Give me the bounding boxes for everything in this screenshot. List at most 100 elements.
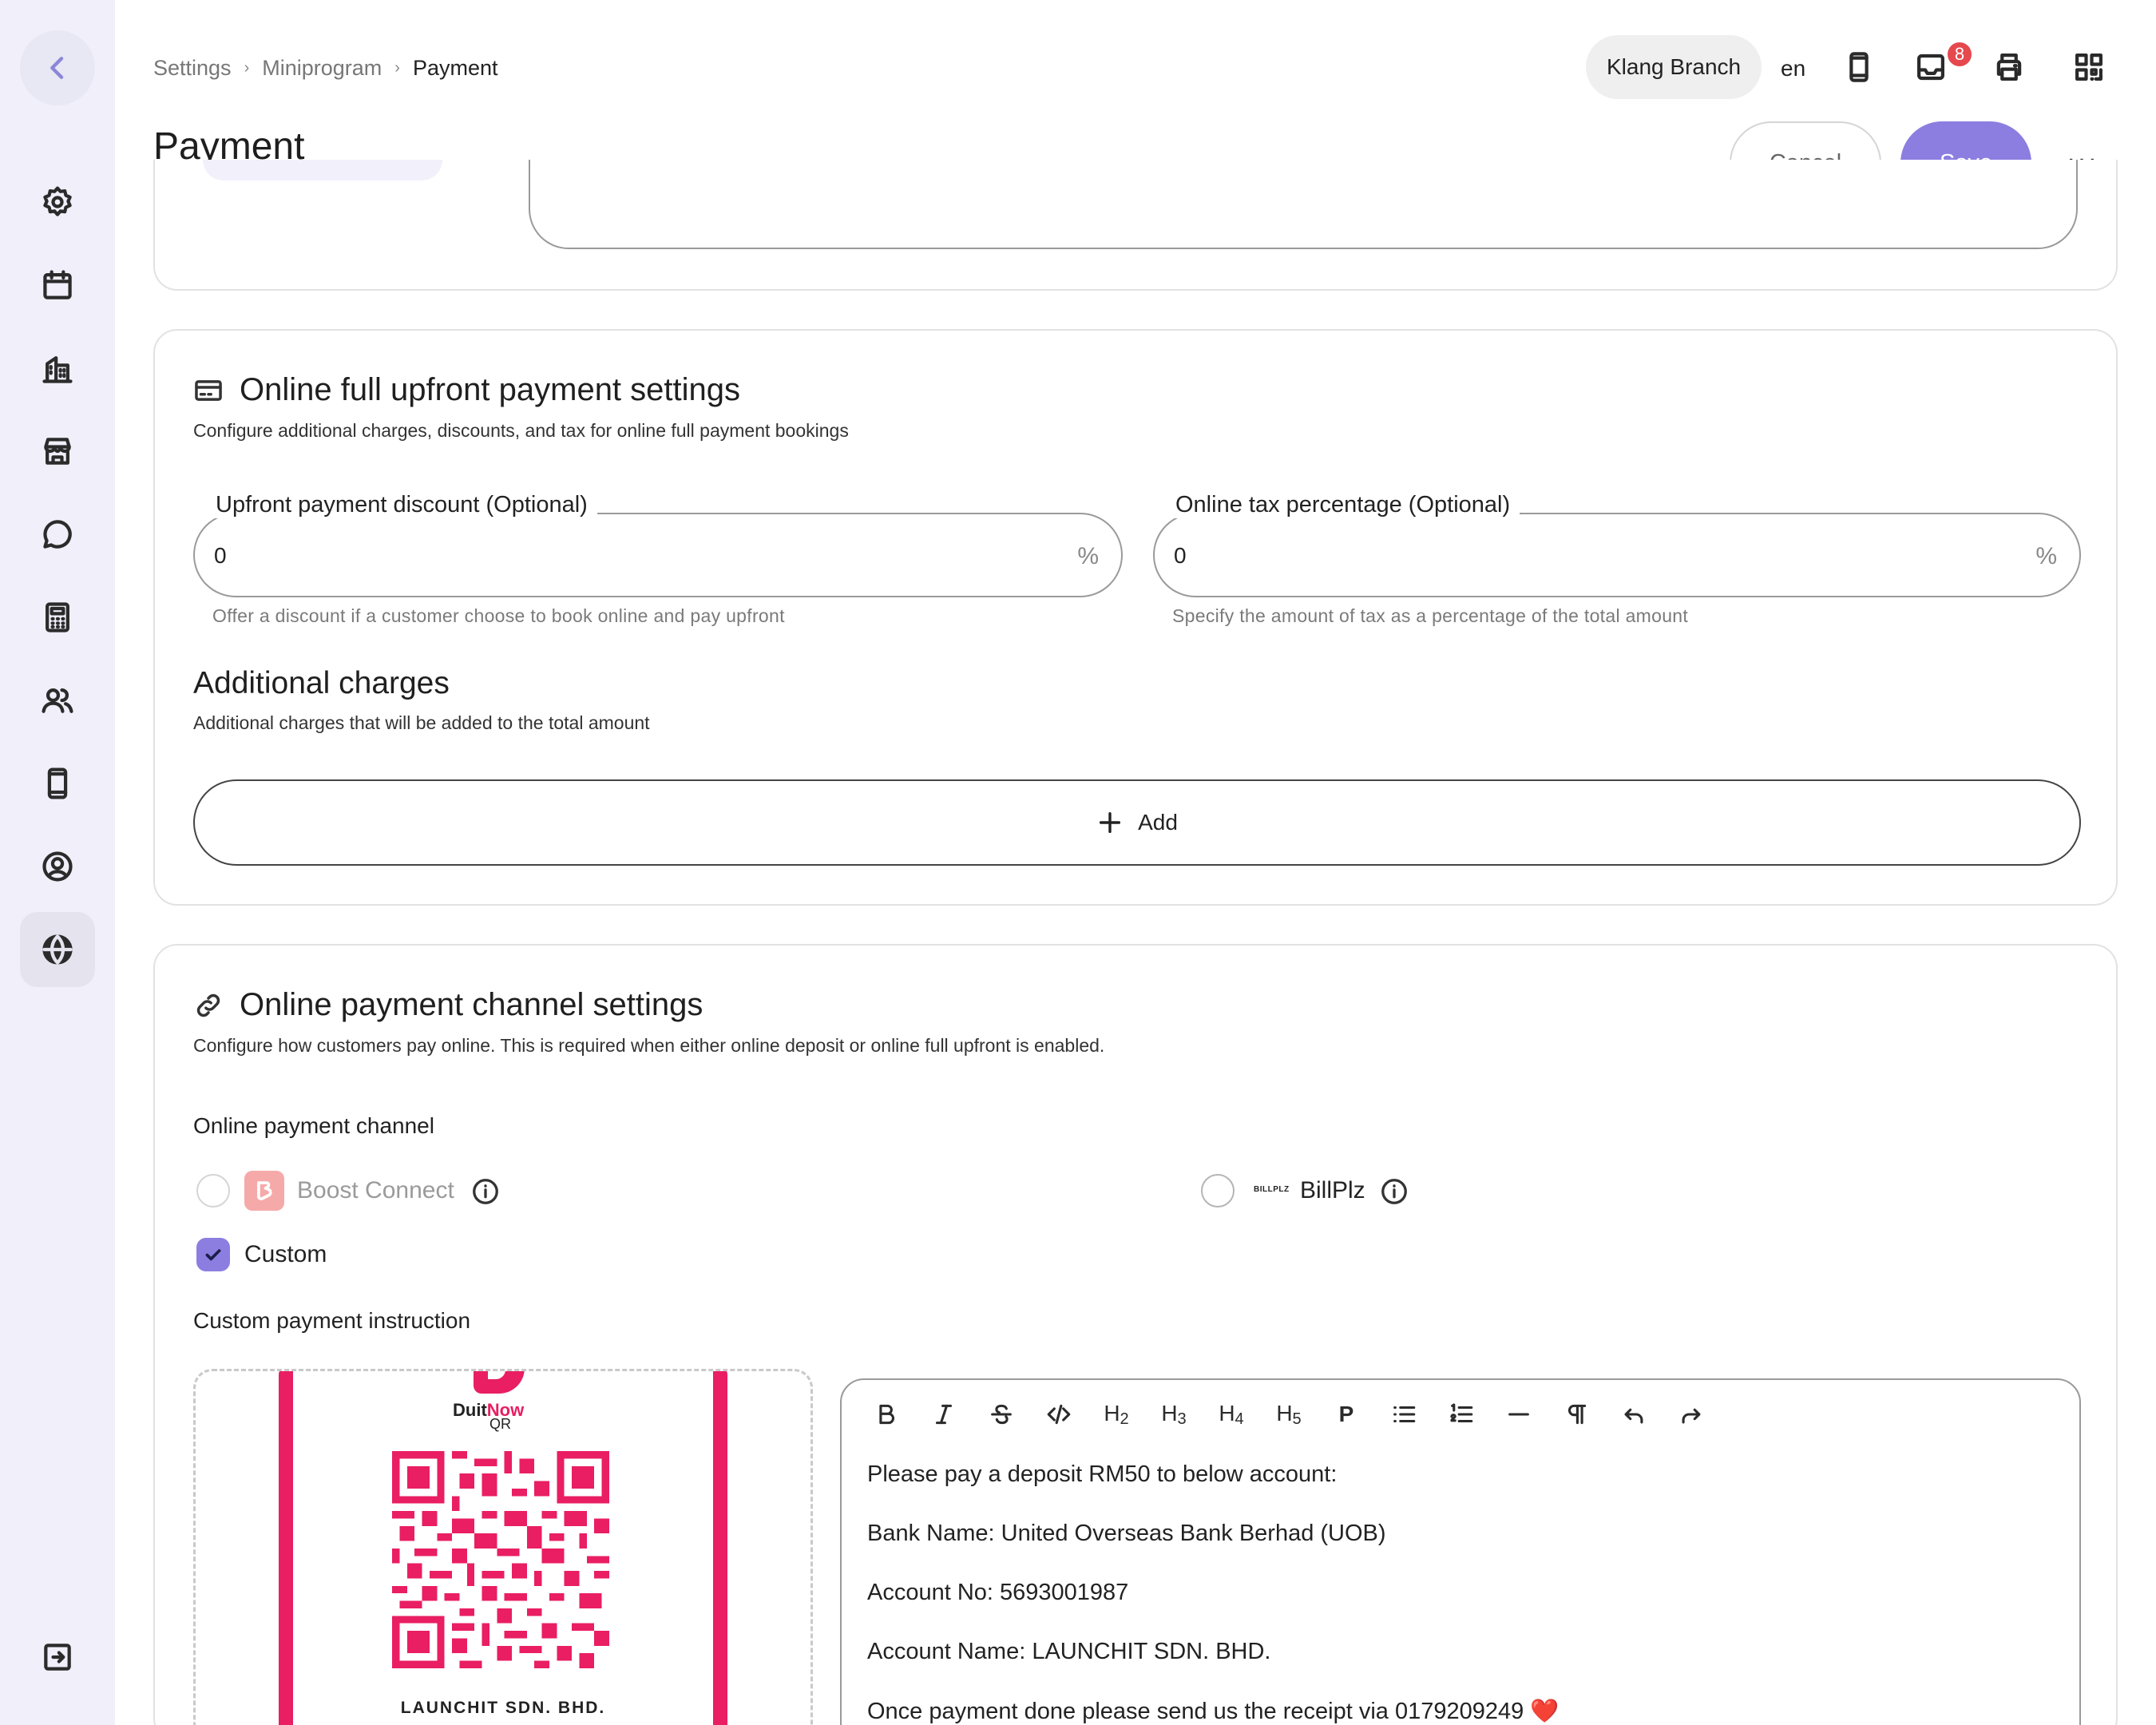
online-tax-value[interactable]: 0 (1174, 543, 1187, 569)
mobile-icon (47, 767, 68, 799)
notification-badge: 8 (1945, 40, 1974, 69)
custom-label: Custom (244, 1241, 327, 1267)
qr-image-upload[interactable]: DuitNow QR LAUNCHIT SDN. BHD. (193, 1369, 813, 1725)
heading-5-button[interactable]: H5 (1260, 1394, 1318, 1434)
boost-connect-checkbox[interactable] (196, 1174, 230, 1208)
upfront-title: Online full upfront payment settings (240, 372, 741, 407)
duitnow-logo (474, 1371, 525, 1394)
custom-instruction-label: Custom payment instruction (193, 1308, 471, 1333)
sidebar-item-building[interactable] (20, 331, 95, 406)
channel-description: Configure how customers pay online. This… (193, 1035, 1105, 1056)
qr-code-icon (2075, 54, 2102, 81)
settings-icon (43, 186, 72, 216)
sidebar-item-online[interactable] (20, 912, 95, 987)
branch-selector[interactable]: Klang Branch (1586, 35, 1762, 99)
previous-input[interactable] (529, 160, 2078, 249)
duitnow-sub: QR (489, 1416, 511, 1432)
heading-4-button[interactable]: H4 (1203, 1394, 1260, 1434)
code-button[interactable] (1030, 1394, 1088, 1434)
online-tax-field[interactable]: Online tax percentage (Optional) 0 % (1153, 492, 2081, 597)
editor-line[interactable]: Once payment done please send us the rec… (867, 1698, 1559, 1725)
link-icon (196, 993, 220, 1017)
qr-code-button[interactable] (2068, 46, 2110, 88)
users-icon (42, 688, 73, 713)
additional-charges-title: Additional charges (193, 666, 450, 700)
mobile-preview-button[interactable] (1838, 46, 1880, 88)
horizontal-rule-icon (1508, 1413, 1529, 1416)
sidebar-expand-button[interactable] (20, 1620, 95, 1695)
strikethrough-button[interactable] (973, 1394, 1030, 1434)
online-tax-label: Online tax percentage (Optional) (1166, 492, 1520, 518)
editor-line[interactable]: Please pay a deposit RM50 to below accou… (867, 1461, 1337, 1488)
credit-card-icon (195, 379, 222, 401)
sidebar-item-store[interactable] (20, 414, 95, 489)
sidebar-item-settings[interactable] (20, 165, 95, 240)
upfront-discount-value[interactable]: 0 (214, 543, 227, 569)
paragraph-icon: P (1338, 1402, 1354, 1426)
upfront-title-row: Online full upfront payment settings (193, 372, 740, 408)
upfront-discount-field[interactable]: Upfront payment discount (Optional) 0 % (193, 492, 1123, 597)
store-icon (44, 438, 71, 465)
duitnow-brand: DuitNow (453, 1400, 524, 1421)
custom-checkbox[interactable] (196, 1238, 230, 1271)
user-circle-icon (42, 851, 73, 882)
pilcrow-button[interactable] (1548, 1394, 1605, 1434)
sidebar-item-calculator[interactable] (20, 580, 95, 655)
heading-5-icon: H5 (1276, 1400, 1302, 1428)
info-icon[interactable] (1380, 1177, 1409, 1206)
upfront-settings-card: Online full upfront payment settings Con… (153, 329, 2118, 906)
mobile-icon (1849, 52, 1869, 82)
percent-unit: % (2035, 543, 2057, 569)
editor-line[interactable]: Account No: 5693001987 (867, 1580, 1128, 1606)
sidebar-item-chat[interactable] (20, 497, 95, 572)
undo-icon (1624, 1408, 1643, 1424)
sidebar-item-calendar[interactable] (20, 248, 95, 323)
breadcrumb-miniprogram[interactable]: Miniprogram (262, 56, 382, 81)
plus-icon (1100, 811, 1121, 834)
billplz-checkbox[interactable] (1201, 1174, 1235, 1208)
percent-unit: % (1077, 543, 1099, 569)
duitnow-qr-image: DuitNow QR LAUNCHIT SDN. BHD. (279, 1371, 727, 1725)
sidebar-item-users[interactable] (20, 663, 95, 738)
upfront-description: Configure additional charges, discounts,… (193, 420, 849, 441)
heading-2-button[interactable]: H2 (1088, 1394, 1145, 1434)
heading-3-icon: H3 (1161, 1400, 1187, 1428)
printer-icon (1996, 54, 2022, 81)
italic-button[interactable] (915, 1394, 973, 1434)
italic-icon (935, 1404, 953, 1425)
editor-line[interactable]: Bank Name: United Overseas Bank Berhad (… (867, 1521, 1386, 1547)
language-selector[interactable]: en (1781, 56, 1805, 81)
bold-icon (879, 1404, 894, 1425)
heading-3-button[interactable]: H3 (1145, 1394, 1203, 1434)
pilcrow-icon (1568, 1404, 1587, 1425)
sidebar-item-mobile[interactable] (20, 746, 95, 821)
heading-2-icon: H2 (1104, 1400, 1129, 1428)
back-button[interactable] (20, 30, 95, 105)
code-icon (1047, 1404, 1071, 1425)
bullet-list-icon (1393, 1406, 1416, 1423)
breadcrumb: Settings › Miniprogram › Payment (153, 56, 498, 81)
breadcrumb-settings[interactable]: Settings (153, 56, 232, 81)
qr-code (392, 1451, 609, 1668)
qr-card: DuitNow QR LAUNCHIT SDN. BHD. (293, 1371, 713, 1725)
sidebar-item-account[interactable] (20, 829, 95, 904)
payment-channel-card: Online payment channel settings Configur… (153, 944, 2118, 1725)
print-button[interactable] (1988, 46, 2030, 88)
ordered-list-icon (1450, 1403, 1473, 1423)
redo-button[interactable] (1663, 1394, 1720, 1434)
previous-settings-card (153, 160, 2118, 291)
payment-instruction-editor[interactable]: H2 H3 H4 H5 P Please pay a deposit RM50 … (840, 1378, 2081, 1725)
checkmark-icon (205, 1249, 221, 1261)
editor-line[interactable]: Account Name: LAUNCHIT SDN. BHD. (867, 1639, 1271, 1665)
bullet-list-button[interactable] (1375, 1394, 1433, 1434)
upfront-discount-helper: Offer a discount if a customer choose to… (212, 605, 785, 626)
horizontal-rule-button[interactable] (1490, 1394, 1548, 1434)
add-charge-button[interactable]: Add (193, 779, 2081, 866)
info-icon[interactable] (471, 1177, 500, 1206)
ordered-list-button[interactable] (1433, 1394, 1490, 1434)
building-icon (42, 356, 73, 383)
paragraph-button[interactable]: P (1318, 1394, 1375, 1434)
previous-pill (203, 160, 442, 180)
undo-button[interactable] (1605, 1394, 1663, 1434)
bold-button[interactable] (858, 1394, 915, 1434)
